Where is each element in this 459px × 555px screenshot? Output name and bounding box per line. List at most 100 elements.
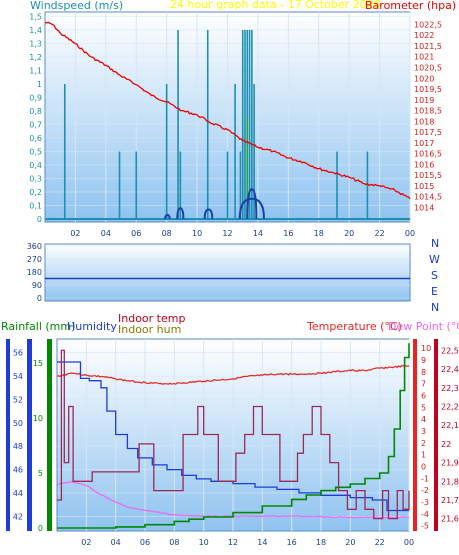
windspeed-tick-label: 1,4 <box>29 26 42 35</box>
bottom-x-tick-label: 06 <box>140 538 150 547</box>
top-x-tick-label: 14 <box>253 229 263 238</box>
bottom-x-tick-label: 22 <box>375 538 385 547</box>
indoor-temp-tick-label: 22 <box>441 440 451 449</box>
rainfall-tick-label: 15 <box>33 359 43 368</box>
humidity-tick-label: 42 <box>13 512 23 521</box>
humidity-tick-label: 44 <box>13 489 23 498</box>
bottom-x-tick-label: 02 <box>81 538 91 547</box>
barometer-tick-label: 1016 <box>414 160 434 169</box>
indoor-temp-tick-label: 21,7 <box>441 496 459 505</box>
compass-letter-n-top: N <box>431 237 439 250</box>
rainfall-tick-label: 0 <box>38 524 43 533</box>
rainfall-axis-bar <box>47 339 52 531</box>
indoor-temp-tick-label: 22,5 <box>441 346 459 355</box>
windspeed-tick-label: 1,1 <box>29 67 42 76</box>
barometer-tick-label: 1017 <box>414 139 434 148</box>
temperature-tick-label: 9 <box>421 356 426 365</box>
windspeed-tick-label: 1 <box>37 80 42 89</box>
indoor-temp-axis-bar <box>434 339 438 531</box>
barometer-tick-label: 1019,5 <box>414 85 442 94</box>
humidity-tick-label: 54 <box>13 372 23 381</box>
bottom-x-tick-label: 12 <box>228 538 238 547</box>
bottom-x-tick-label: 16 <box>287 538 297 547</box>
indoor-temp-tick-label: 22,4 <box>441 365 459 374</box>
humidity-tick-label: 56 <box>13 349 23 358</box>
humidity-tick-label: 52 <box>13 395 23 404</box>
charts-canvas: 02 04 06 08 10 12 14 16 18 20 22 0000,10,20,30,40,5… <box>1 0 459 547</box>
temperature-tick-label: -3 <box>421 498 429 507</box>
indoor-temp-tick-label: 22,3 <box>441 384 459 393</box>
indoor-temp-tick-label: 21,9 <box>441 459 459 468</box>
windspeed-tick-label: 1,5 <box>29 13 42 22</box>
windspeed-tick-label: 0 <box>37 215 42 224</box>
temperature-tick-label: -5 <box>421 522 429 531</box>
bottom-x-tick-label: 18 <box>316 538 326 547</box>
bottom-x-tick-label: 08 <box>169 538 179 547</box>
rainfall-tick-label: 10 <box>33 414 43 423</box>
top-x-tick-label: 00 <box>405 229 415 238</box>
windspeed-tick-label: 0,1 <box>29 202 42 211</box>
temperature-tick-label: -2 <box>421 486 429 495</box>
rainfall-tick-label: 5 <box>38 469 43 478</box>
indoor-temp-tick-label: 22,2 <box>441 402 459 411</box>
indoor-temp-tick-label: 22,1 <box>441 421 459 430</box>
wind-direction-tick-label: 0 <box>37 294 42 303</box>
temperature-tick-label: 7 <box>421 380 426 389</box>
top-x-tick-label: 12 <box>222 229 232 238</box>
humidity-axis-title: Humidity <box>67 320 117 333</box>
compass-letter-s: S <box>431 269 438 282</box>
temperature-tick-label: 8 <box>421 368 426 377</box>
weather-graph-page: 02 04 06 08 10 12 14 16 18 20 22 00 0 0,1 0,2 0,3 0,4 0,5… <box>0 0 459 555</box>
windspeed-tick-label: 0,8 <box>29 107 42 116</box>
barometer-tick-label: 1022,5 <box>414 20 442 29</box>
barometer-tick-label: 1017,5 <box>414 128 442 137</box>
top-x-tick-label: 06 <box>131 229 141 238</box>
barometer-tick-label: 1014 <box>414 203 434 212</box>
barometer-tick-label: 1015,5 <box>414 171 442 180</box>
indoor-hum-axis-title: Indoor hum <box>118 323 181 336</box>
barometer-tick-label: 1021 <box>414 53 434 62</box>
indoor-temp-tick-label: 21,8 <box>441 477 459 486</box>
temperature-tick-label: 3 <box>421 427 426 436</box>
windspeed-tick-label: 1,2 <box>29 53 42 62</box>
barometer-tick-label: 1022 <box>414 31 434 40</box>
bottom-x-tick-label: 04 <box>111 538 121 547</box>
top-x-tick-label: 22 <box>374 229 384 238</box>
barometer-tick-label: 1019 <box>414 96 434 105</box>
temperature-tick-label: 2 <box>421 439 426 448</box>
top-x-tick-label: 16 <box>283 229 293 238</box>
barometer-tick-label: 1020 <box>414 74 434 83</box>
temperature-tick-label: -1 <box>421 474 429 483</box>
temperature-tick-label: -4 <box>421 510 429 519</box>
bottom-x-tick-label: 00 <box>404 538 414 547</box>
wind-direction-tick-label: 180 <box>27 268 42 277</box>
top-x-tick-label: 18 <box>314 229 324 238</box>
windspeed-tick-label: 0,3 <box>29 175 42 184</box>
top-x-tick-label: 10 <box>192 229 202 238</box>
dew-point-axis-title: Dew Point (°C) <box>388 320 459 333</box>
temperature-tick-label: 4 <box>421 415 426 424</box>
temperature-tick-label: 5 <box>421 403 426 412</box>
humidity-tick-label: 46 <box>13 466 23 475</box>
barometer-tick-label: 1018 <box>414 117 434 126</box>
barometer-tick-label: 1015 <box>414 182 434 191</box>
left-outer-axis-bar <box>6 339 10 531</box>
compass-letter-w: W <box>429 253 440 266</box>
windspeed-tick-label: 0,5 <box>29 148 42 157</box>
windspeed-axis-title: Windspeed (m/s) <box>30 0 123 12</box>
wind-direction-tick-label: 90 <box>32 281 42 290</box>
barometer-tick-label: 1014,5 <box>414 193 442 202</box>
chart-title: 24 hour graph data - 17 October 2008 <box>170 0 381 11</box>
bottom-x-tick-label: 20 <box>345 538 355 547</box>
top-x-tick-label: 04 <box>101 229 111 238</box>
windspeed-tick-label: 0,4 <box>29 161 42 170</box>
wind-direction-tick-label: 270 <box>27 255 42 264</box>
top-x-tick-label: 20 <box>344 229 354 238</box>
temperature-axis-bar <box>413 339 417 531</box>
wind-direction-tick-label: 360 <box>27 242 42 251</box>
barometer-tick-label: 1020,5 <box>414 64 442 73</box>
humidity-axis-bar <box>27 339 32 531</box>
top-x-tick-label: 08 <box>162 229 172 238</box>
compass-letter-e: E <box>431 285 438 298</box>
top-x-tick-label: 02 <box>70 229 80 238</box>
